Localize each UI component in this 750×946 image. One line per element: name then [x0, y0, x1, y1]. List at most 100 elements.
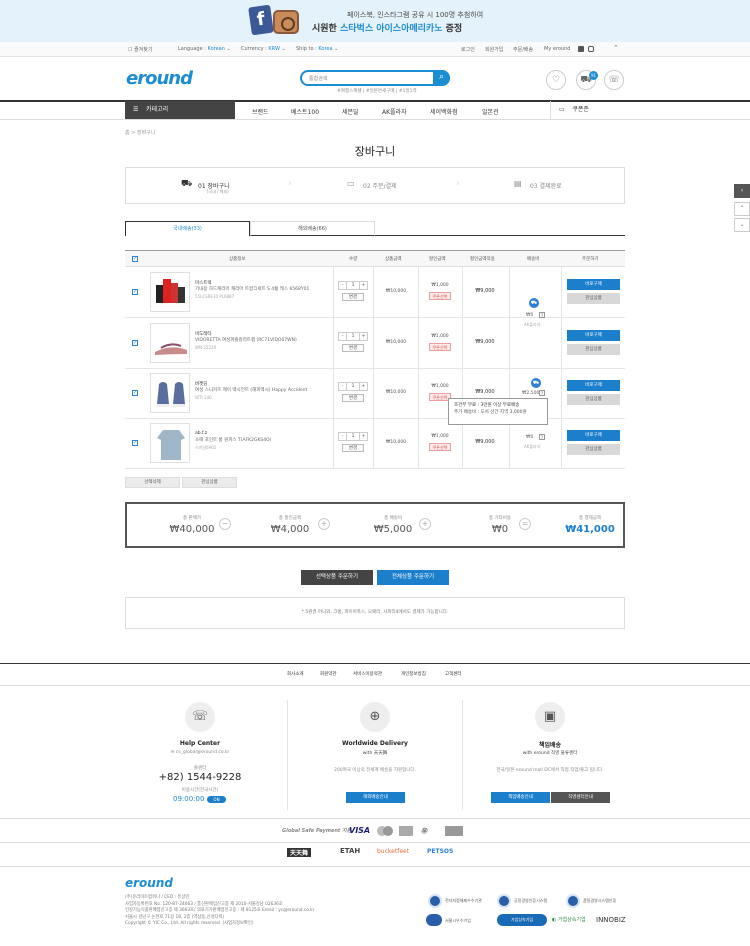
product-thumbnail[interactable]	[150, 272, 190, 312]
company-line[interactable]: Copyright © YIC Co., Ltd. All rights res…	[125, 921, 314, 928]
jcb-icon	[445, 826, 463, 836]
nav-japan[interactable]: 일본관	[482, 107, 499, 116]
nav-best100[interactable]: 베스트100	[291, 107, 319, 116]
product-brand[interactable]: ab.f.z	[195, 431, 207, 436]
add-wish-button[interactable]: 관심상품	[567, 344, 620, 355]
quantity-stepper[interactable]: -1 +	[338, 382, 368, 391]
buy-now-button[interactable]: 바로구매	[567, 279, 620, 290]
brand-etah[interactable]: ETAH	[340, 847, 360, 855]
product-name[interactable]: 기내용 하드캐리어 캐리어 트렁크세트 S 4휠 케스 6568Y01	[195, 286, 309, 292]
buy-now-button[interactable]: 바로구매	[567, 330, 620, 341]
qty-change-button[interactable]: 변경	[342, 344, 364, 352]
tab-overseas[interactable]: 해외배송(66)	[250, 221, 375, 236]
brand-tiantian[interactable]: 天天舞	[287, 848, 312, 857]
language-select[interactable]: Language : Korean ⌄	[178, 46, 231, 52]
footer-link[interactable]: 회사소개	[287, 671, 304, 677]
nav-sae-dept[interactable]: 세이백화점	[430, 107, 458, 116]
product-thumbnail[interactable]	[150, 323, 190, 363]
on-toggle[interactable]: ON	[207, 796, 226, 803]
minus-icon[interactable]: -	[339, 282, 347, 290]
add-wish-button[interactable]: 관심상품	[567, 394, 620, 405]
tooltip-line-2: 추가 배송비 : 도서 산간 지역 3,000원	[454, 410, 527, 415]
center-button[interactable]: 직영센터안내	[551, 792, 610, 803]
minus-icon[interactable]: -	[339, 433, 347, 441]
facebook-small-icon[interactable]	[578, 46, 584, 52]
order-all-button[interactable]: 전체상품 주문하기	[377, 570, 449, 585]
nav-brand[interactable]: 브랜드	[252, 107, 269, 116]
quantity-stepper[interactable]: -1 +	[338, 281, 368, 290]
quantity-stepper[interactable]: -1 +	[338, 332, 368, 341]
select-all-checkbox[interactable]: ✓	[132, 256, 138, 262]
buy-now-button[interactable]: 바로구매	[567, 380, 620, 391]
shipping-info-icon[interactable]: ⛟	[531, 378, 541, 388]
worldwide-button[interactable]: 해외배송안내	[346, 792, 405, 803]
plus-icon[interactable]: +	[359, 282, 367, 290]
side-collapse-icon[interactable]: ‹	[734, 184, 750, 198]
logo[interactable]: eround	[126, 68, 193, 89]
row-checkbox[interactable]: ✓	[132, 440, 138, 446]
plus-icon[interactable]: +	[359, 433, 367, 441]
qty-change-button[interactable]: 변경	[342, 444, 364, 452]
footer-link[interactable]: 고객센터	[445, 671, 462, 677]
brand-bucketfeet[interactable]: bucketfeet	[377, 848, 409, 855]
footer-link[interactable]: 회원약관	[320, 671, 337, 677]
coupon-zone[interactable]: ▭ 쿠폰존	[550, 101, 625, 119]
delete-selected-button[interactable]: 선택삭제	[125, 477, 180, 488]
product-name[interactable]: VIDORETTA 여성퍼즐컬러트랩 (RC71VIDO07WN)	[195, 337, 297, 343]
footer-link[interactable]: 서비스이용약관	[353, 671, 382, 677]
coupon-select-button[interactable]: 쿠폰선택	[429, 443, 451, 451]
help-icon[interactable]: ?	[539, 390, 545, 396]
help-icon[interactable]: ?	[539, 434, 545, 440]
product-thumbnail[interactable]	[150, 423, 190, 463]
minus-icon[interactable]: -	[339, 383, 347, 391]
buy-now-button[interactable]: 바로구매	[567, 430, 620, 441]
wishlist-icon[interactable]: ♡	[546, 70, 566, 90]
order-link[interactable]: 주문/배송	[513, 46, 533, 53]
row-checkbox[interactable]: ✓	[132, 340, 138, 346]
help-email[interactable]: ✉ cs_global@eround.co.kr	[125, 750, 275, 755]
help-icon[interactable]: ?	[539, 312, 545, 318]
scroll-bottom-icon[interactable]: ⌄	[734, 218, 750, 232]
bookmark-link[interactable]: ☐ 즐겨찾기	[128, 46, 152, 53]
footer-link[interactable]: 개인정보방침	[401, 671, 426, 677]
minus-icon[interactable]: -	[339, 333, 347, 341]
cert-badge-icon	[566, 894, 580, 908]
hashtags[interactable]: #여행스캐쉘 | #일본면세구매 | #1일1역	[337, 88, 417, 94]
add-wish-button[interactable]: 관심상품	[567, 444, 620, 455]
currency-select[interactable]: Currency : KRW ⌄	[241, 46, 286, 52]
product-thumbnail[interactable]	[150, 373, 190, 413]
qty-change-button[interactable]: 변경	[342, 394, 364, 402]
quantity-stepper[interactable]: -1 +	[338, 432, 368, 441]
ship-to-select[interactable]: Ship to : Korea ⌄	[296, 46, 338, 52]
instagram-small-icon[interactable]	[588, 46, 594, 52]
myeround-link[interactable]: My eround	[544, 46, 570, 52]
nav-sevendeal[interactable]: 세븐딜	[342, 107, 359, 116]
product-name[interactable]: 소매 포인트 롱 원피스 T(AFK2GKS4O)	[195, 437, 271, 443]
login-link[interactable]: 로그인	[461, 46, 475, 53]
wish-selected-button[interactable]: 관심상품	[182, 477, 237, 488]
shipping-info-icon[interactable]: ⛟	[529, 298, 539, 308]
row-checkbox[interactable]: ✓	[132, 289, 138, 295]
product-name[interactable]: 여성 스니커즈 제이 액시언트 (해피액시) Happy Accident	[195, 387, 307, 393]
order-selected-button[interactable]: 선택상품 주문하기	[301, 570, 373, 585]
scroll-top-icon[interactable]: ⌃	[734, 202, 750, 216]
nav-akplaza[interactable]: AK플라자	[382, 107, 407, 116]
plus-icon[interactable]: +	[359, 333, 367, 341]
category-button[interactable]: ☰ 카테고리	[125, 101, 235, 119]
tab-domestic[interactable]: 국내배송(33)	[125, 221, 250, 236]
phone-icon[interactable]: ☏	[604, 70, 624, 90]
add-wish-button[interactable]: 관심상품	[567, 293, 620, 304]
breadcrumb[interactable]: 홈 > 장바구니	[125, 129, 155, 136]
row-checkbox[interactable]: ✓	[132, 390, 138, 396]
coupon-select-button[interactable]: 쿠폰선택	[429, 343, 451, 351]
th-qty: 수량	[349, 257, 358, 262]
qty-change-button[interactable]: 변경	[342, 293, 364, 301]
plus-icon[interactable]: +	[359, 383, 367, 391]
search-button[interactable]: ⌕	[433, 70, 450, 86]
collapse-icon[interactable]: ⌃	[613, 44, 619, 52]
join-link[interactable]: 회원가입	[485, 46, 503, 53]
brand-petsos[interactable]: PETSOS	[427, 848, 453, 855]
domestic-button[interactable]: 책임배송안내	[491, 792, 550, 803]
search-input[interactable]: 통합검색	[300, 70, 450, 86]
coupon-select-button[interactable]: 쿠폰선택	[429, 292, 451, 300]
